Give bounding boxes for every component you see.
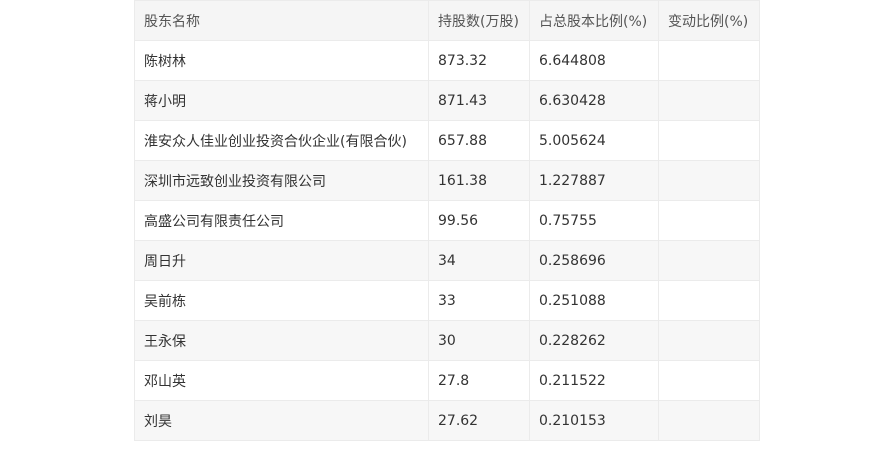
header-shareholder-name: 股东名称 — [134, 0, 429, 41]
cell-share-count: 27.8 — [428, 360, 530, 401]
cell-change-ratio — [658, 280, 760, 321]
cell-share-count: 657.88 — [428, 120, 530, 161]
cell-share-ratio: 5.005624 — [529, 120, 659, 161]
cell-share-ratio: 0.228262 — [529, 320, 659, 361]
cell-share-count: 34 — [428, 240, 530, 281]
cell-share-count: 871.43 — [428, 80, 530, 121]
cell-change-ratio — [658, 80, 760, 121]
table-row: 周日升 34 0.258696 — [134, 240, 760, 281]
header-share-ratio: 占总股本比例(%) — [529, 0, 659, 41]
table-row: 王永保 30 0.228262 — [134, 320, 760, 361]
cell-share-count: 161.38 — [428, 160, 530, 201]
table-header: 股东名称 持股数(万股) 占总股本比例(%) 变动比例(%) — [134, 0, 760, 41]
shareholder-table: 股东名称 持股数(万股) 占总股本比例(%) 变动比例(%) 陈树林 873.3… — [134, 0, 760, 441]
cell-share-ratio: 0.211522 — [529, 360, 659, 401]
cell-share-ratio: 0.210153 — [529, 400, 659, 441]
header-share-count: 持股数(万股) — [428, 0, 530, 41]
header-change-ratio: 变动比例(%) — [658, 0, 760, 41]
cell-share-ratio: 0.258696 — [529, 240, 659, 281]
cell-change-ratio — [658, 200, 760, 241]
cell-change-ratio — [658, 360, 760, 401]
cell-share-count: 27.62 — [428, 400, 530, 441]
cell-share-count: 99.56 — [428, 200, 530, 241]
shareholder-table-container: 股东名称 持股数(万股) 占总股本比例(%) 变动比例(%) 陈树林 873.3… — [134, 0, 760, 441]
cell-shareholder-name: 邓山英 — [134, 360, 429, 401]
table-row: 高盛公司有限责任公司 99.56 0.75755 — [134, 200, 760, 241]
table-row: 陈树林 873.32 6.644808 — [134, 40, 760, 81]
table-row: 深圳市远致创业投资有限公司 161.38 1.227887 — [134, 160, 760, 201]
header-row: 股东名称 持股数(万股) 占总股本比例(%) 变动比例(%) — [134, 0, 760, 41]
table-row: 淮安众人佳业创业投资合伙企业(有限合伙) 657.88 5.005624 — [134, 120, 760, 161]
table-row: 蒋小明 871.43 6.630428 — [134, 80, 760, 121]
cell-shareholder-name: 陈树林 — [134, 40, 429, 81]
cell-share-ratio: 6.644808 — [529, 40, 659, 81]
cell-shareholder-name: 周日升 — [134, 240, 429, 281]
table-body: 陈树林 873.32 6.644808 蒋小明 871.43 6.630428 … — [134, 40, 760, 441]
cell-change-ratio — [658, 240, 760, 281]
cell-change-ratio — [658, 400, 760, 441]
cell-share-count: 30 — [428, 320, 530, 361]
cell-change-ratio — [658, 160, 760, 201]
cell-share-count: 33 — [428, 280, 530, 321]
cell-shareholder-name: 高盛公司有限责任公司 — [134, 200, 429, 241]
table-row: 邓山英 27.8 0.211522 — [134, 360, 760, 401]
cell-shareholder-name: 深圳市远致创业投资有限公司 — [134, 160, 429, 201]
cell-shareholder-name: 淮安众人佳业创业投资合伙企业(有限合伙) — [134, 120, 429, 161]
cell-change-ratio — [658, 40, 760, 81]
cell-change-ratio — [658, 320, 760, 361]
cell-shareholder-name: 刘昊 — [134, 400, 429, 441]
table-row: 吴前栋 33 0.251088 — [134, 280, 760, 321]
cell-share-ratio: 6.630428 — [529, 80, 659, 121]
cell-change-ratio — [658, 120, 760, 161]
cell-shareholder-name: 吴前栋 — [134, 280, 429, 321]
table-row: 刘昊 27.62 0.210153 — [134, 400, 760, 441]
cell-share-ratio: 0.251088 — [529, 280, 659, 321]
cell-share-ratio: 1.227887 — [529, 160, 659, 201]
cell-shareholder-name: 蒋小明 — [134, 80, 429, 121]
cell-share-count: 873.32 — [428, 40, 530, 81]
cell-share-ratio: 0.75755 — [529, 200, 659, 241]
cell-shareholder-name: 王永保 — [134, 320, 429, 361]
